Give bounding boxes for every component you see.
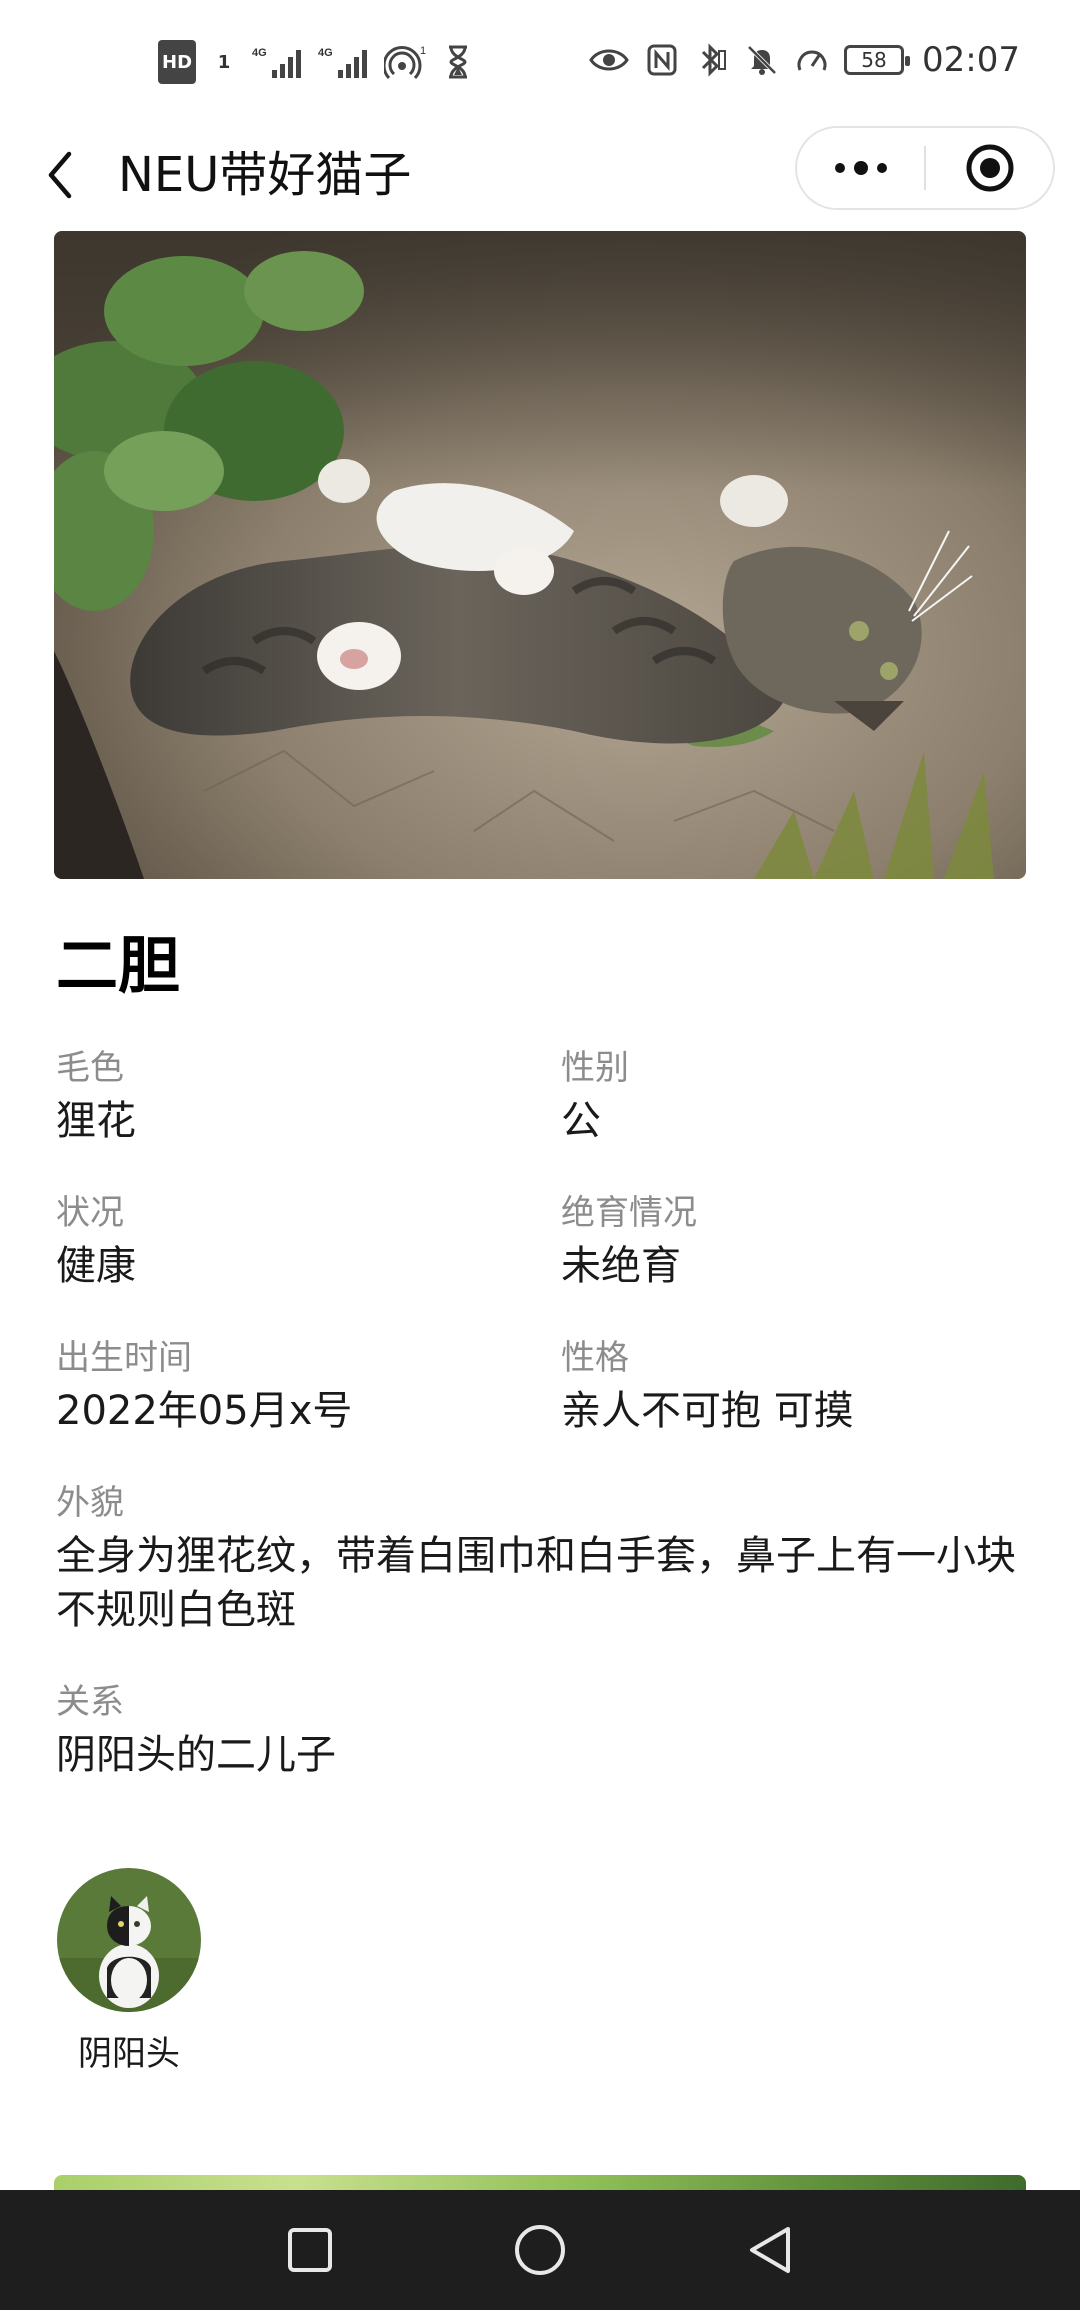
field-neutered: 绝育情况 未绝育 [561,1191,1041,1293]
field-value: 狸花 [56,1098,136,1144]
hotspot-icon: 1 [384,42,430,82]
hourglass-icon [440,42,476,82]
field-label: 毛色 [56,1048,124,1088]
circle-icon [515,2225,565,2275]
field-label: 性格 [561,1338,629,1378]
related-cat-card[interactable]: 阴阳头 [56,1868,202,2075]
cat-name: 二胆 [56,929,181,1002]
square-icon [288,2228,332,2272]
related-cat-name: 阴阳头 [78,2034,180,2074]
eye-icon [588,40,630,80]
signal-icon-2: 4G [318,42,374,82]
field-label: 性别 [561,1048,629,1088]
avatar[interactable] [57,1868,201,2012]
clock: 02:07 [922,40,1020,80]
status-left: HD 1 4G 4G 1 [158,40,476,84]
status-bar: HD 1 4G 4G 1 58 02:07 [0,0,1080,120]
status-right: 58 02:07 [588,40,1020,80]
close-miniprogram-button[interactable] [926,128,1053,208]
system-back-button[interactable] [710,2190,830,2310]
more-button[interactable] [797,128,924,208]
field-label: 绝育情况 [561,1193,697,1233]
chevron-left-icon [48,151,72,199]
field-label: 外貌 [56,1483,124,1523]
cat-photo-image [54,231,1026,879]
nav-bar: NEU带好猫子 [0,120,1080,230]
field-label: 状况 [56,1193,124,1233]
triangle-back-icon [750,2227,790,2273]
field-value: 公 [561,1098,601,1144]
svg-text:1: 1 [420,45,426,57]
field-label: 关系 [56,1682,124,1722]
bluetooth-icon [694,40,730,80]
signal-icon: 4G [252,42,308,82]
miniprogram-capsule [795,126,1055,210]
svg-text:4G: 4G [252,47,267,59]
hd-icon: HD [158,40,197,84]
related-cat-avatar-image [57,1868,201,2012]
field-personality: 性格 亲人不可抱 可摸 [561,1336,1041,1438]
field-value: 亲人不可抱 可摸 [561,1388,854,1434]
field-relation: 关系 阴阳头的二儿子 [56,1680,1036,1782]
more-dots-icon [834,161,887,175]
field-condition: 状况 健康 [56,1191,536,1293]
field-value: 全身为狸花纹，带着白围巾和白手套，鼻子上有一小块不规则白色斑 [56,1533,1016,1633]
field-value: 未绝育 [561,1243,681,1289]
field-value: 2022年05月x号 [56,1388,353,1434]
field-value: 阴阳头的二儿子 [56,1732,336,1778]
page-title: NEU带好猫子 [118,147,412,203]
battery-icon: 58 [844,45,911,75]
sim-icon: 1 [217,51,231,73]
back-button[interactable] [30,140,90,210]
cat-photo[interactable] [54,231,1026,879]
speed-gauge-icon [794,40,830,80]
svg-text:4G: 4G [318,47,333,59]
field-gender: 性别 公 [561,1046,1041,1148]
recent-apps-button[interactable] [250,2190,370,2310]
field-value: 健康 [56,1243,136,1289]
field-coat-color: 毛色 狸花 [56,1046,536,1148]
mute-bell-icon [744,40,780,80]
system-navigation-bar [0,2190,1080,2310]
target-close-icon [966,144,1013,192]
nfc-icon [644,40,680,80]
field-birth: 出生时间 2022年05月x号 [56,1336,536,1438]
field-appearance: 外貌 全身为狸花纹，带着白围巾和白手套，鼻子上有一小块不规则白色斑 [56,1481,1036,1637]
field-label: 出生时间 [56,1338,192,1378]
home-button[interactable] [480,2190,600,2310]
